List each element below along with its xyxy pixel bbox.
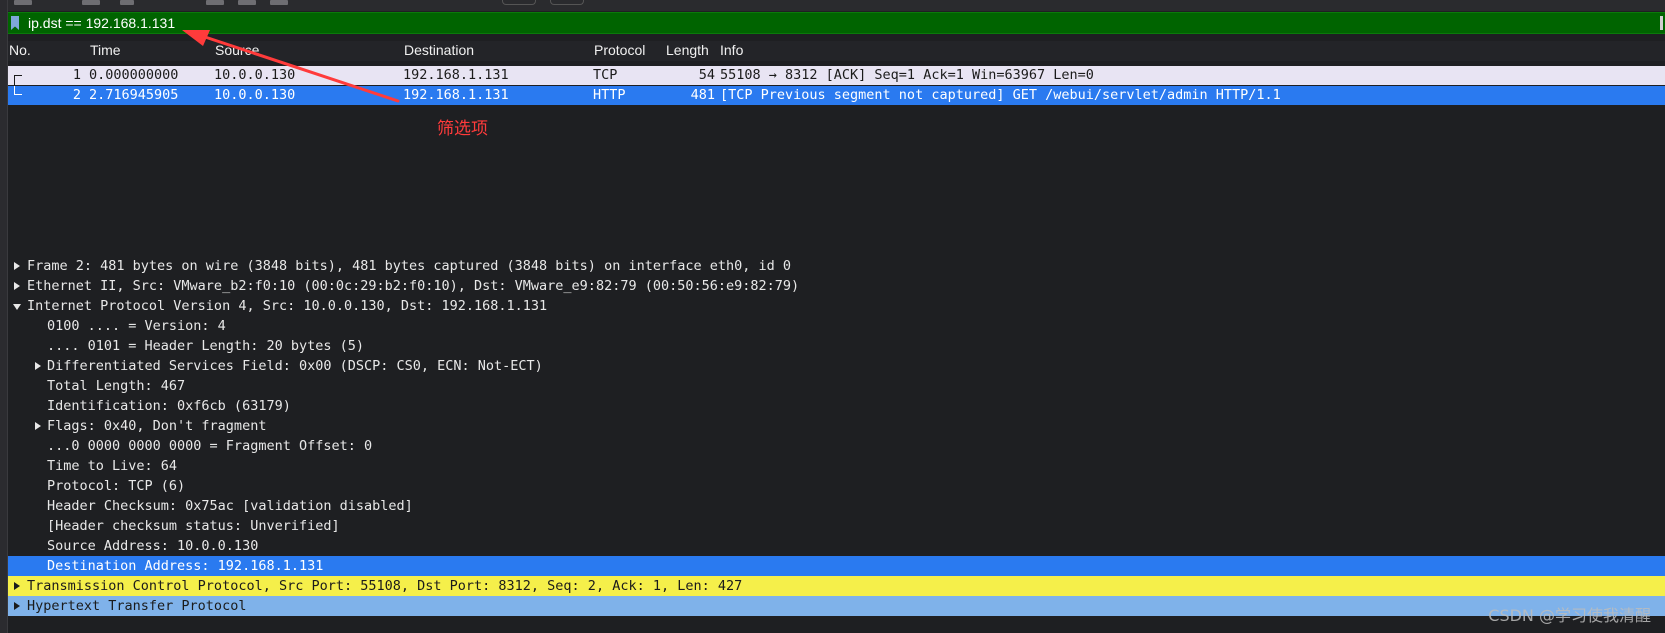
column-header-time[interactable]: Time bbox=[90, 42, 121, 58]
tree-item-ethernet[interactable]: Ethernet II, Src: VMware_b2:f0:10 (00:0c… bbox=[8, 276, 1665, 296]
expand-arrow-icon[interactable] bbox=[14, 602, 20, 610]
column-header-info[interactable]: Info bbox=[720, 42, 743, 58]
expand-arrow-icon[interactable] bbox=[35, 422, 41, 430]
tree-item-ip-version[interactable]: 0100 .... = Version: 4 bbox=[8, 316, 1665, 336]
packet-row[interactable]: 1 0.000000000 10.0.0.130 192.168.1.131 T… bbox=[8, 66, 1665, 85]
packet-destination: 192.168.1.131 bbox=[403, 87, 509, 103]
packet-protocol: TCP bbox=[593, 67, 618, 83]
expand-arrow-icon[interactable] bbox=[14, 282, 20, 290]
packet-list-header: No. Time Source Destination Protocol Len… bbox=[8, 41, 1665, 61]
packet-length: 54 bbox=[698, 67, 715, 83]
toolbar-button[interactable] bbox=[550, 0, 584, 5]
tree-item-ttl[interactable]: Time to Live: 64 bbox=[8, 456, 1665, 476]
packet-destination: 192.168.1.131 bbox=[403, 67, 509, 83]
tree-item-identification[interactable]: Identification: 0xf6cb (63179) bbox=[8, 396, 1665, 416]
packet-length: 481 bbox=[690, 87, 715, 103]
tree-item-frame[interactable]: Frame 2: 481 bytes on wire (3848 bits), … bbox=[8, 256, 1665, 276]
collapse-arrow-icon[interactable] bbox=[13, 304, 21, 310]
tree-item-checksum[interactable]: Header Checksum: 0x75ac [validation disa… bbox=[8, 496, 1665, 516]
tree-item-dsfield[interactable]: Differentiated Services Field: 0x00 (DSC… bbox=[8, 356, 1665, 376]
filter-apply-icon[interactable] bbox=[1660, 16, 1663, 30]
packet-time: 0.000000000 bbox=[89, 67, 179, 83]
toolbar-button[interactable] bbox=[270, 0, 288, 5]
packet-details-tree: Frame 2: 481 bytes on wire (3848 bits), … bbox=[8, 252, 1665, 633]
display-filter-input[interactable] bbox=[24, 13, 1654, 33]
packet-source: 10.0.0.130 bbox=[214, 67, 296, 83]
toolbar-button[interactable] bbox=[82, 0, 100, 5]
packet-list: 1 0.000000000 10.0.0.130 192.168.1.131 T… bbox=[8, 62, 1665, 249]
left-edge-strip bbox=[0, 0, 8, 633]
expand-arrow-icon[interactable] bbox=[35, 362, 41, 370]
packet-time: 2.716945905 bbox=[89, 87, 179, 103]
packet-protocol: HTTP bbox=[593, 87, 626, 103]
tree-item-source-address[interactable]: Source Address: 10.0.0.130 bbox=[8, 536, 1665, 556]
tree-item-fragment-offset[interactable]: ...0 0000 0000 0000 = Fragment Offset: 0 bbox=[8, 436, 1665, 456]
tree-item-http[interactable]: Hypertext Transfer Protocol bbox=[8, 596, 1665, 616]
tree-item-protocol[interactable]: Protocol: TCP (6) bbox=[8, 476, 1665, 496]
column-header-source[interactable]: Source bbox=[215, 42, 259, 58]
tree-item-header-length[interactable]: .... 0101 = Header Length: 20 bytes (5) bbox=[8, 336, 1665, 356]
packet-no: 2 bbox=[72, 87, 81, 103]
watermark: CSDN @学习使我清醒 bbox=[1488, 606, 1651, 625]
toolbar-button[interactable] bbox=[120, 0, 134, 5]
tree-item-flags[interactable]: Flags: 0x40, Don't fragment bbox=[8, 416, 1665, 436]
conversation-bracket-icon bbox=[14, 75, 22, 85]
tree-item-ipv4[interactable]: Internet Protocol Version 4, Src: 10.0.0… bbox=[8, 296, 1665, 316]
packet-source: 10.0.0.130 bbox=[214, 87, 296, 103]
conversation-bracket-icon bbox=[14, 86, 22, 95]
expand-arrow-icon[interactable] bbox=[14, 262, 20, 270]
column-header-protocol[interactable]: Protocol bbox=[594, 42, 645, 58]
packet-info: 55108 → 8312 [ACK] Seq=1 Ack=1 Win=63967… bbox=[720, 67, 1094, 83]
display-filter-bar bbox=[8, 12, 1665, 34]
annotation-label: 筛选项 bbox=[437, 119, 488, 139]
filter-bookmark-icon[interactable] bbox=[11, 16, 19, 30]
column-header-no[interactable]: No. bbox=[9, 42, 31, 58]
tree-item-checksum-status[interactable]: [Header checksum status: Unverified] bbox=[8, 516, 1665, 536]
column-header-destination[interactable]: Destination bbox=[404, 42, 474, 58]
column-header-length[interactable]: Length bbox=[666, 42, 709, 58]
tree-item-destination-address-selected[interactable]: Destination Address: 192.168.1.131 bbox=[8, 556, 1665, 576]
tree-item-total-length[interactable]: Total Length: 467 bbox=[8, 376, 1665, 396]
packet-row-selected[interactable]: 2 2.716945905 10.0.0.130 192.168.1.131 H… bbox=[8, 86, 1665, 105]
toolbar-button[interactable] bbox=[502, 0, 536, 5]
packet-info: [TCP Previous segment not captured] GET … bbox=[720, 87, 1281, 103]
main-toolbar bbox=[8, 0, 1665, 11]
toolbar-button[interactable] bbox=[14, 0, 32, 5]
toolbar-button[interactable] bbox=[206, 0, 224, 5]
tree-item-tcp[interactable]: Transmission Control Protocol, Src Port:… bbox=[8, 576, 1665, 596]
expand-arrow-icon[interactable] bbox=[14, 582, 20, 590]
toolbar-button[interactable] bbox=[238, 0, 256, 5]
packet-no: 1 bbox=[72, 67, 81, 83]
